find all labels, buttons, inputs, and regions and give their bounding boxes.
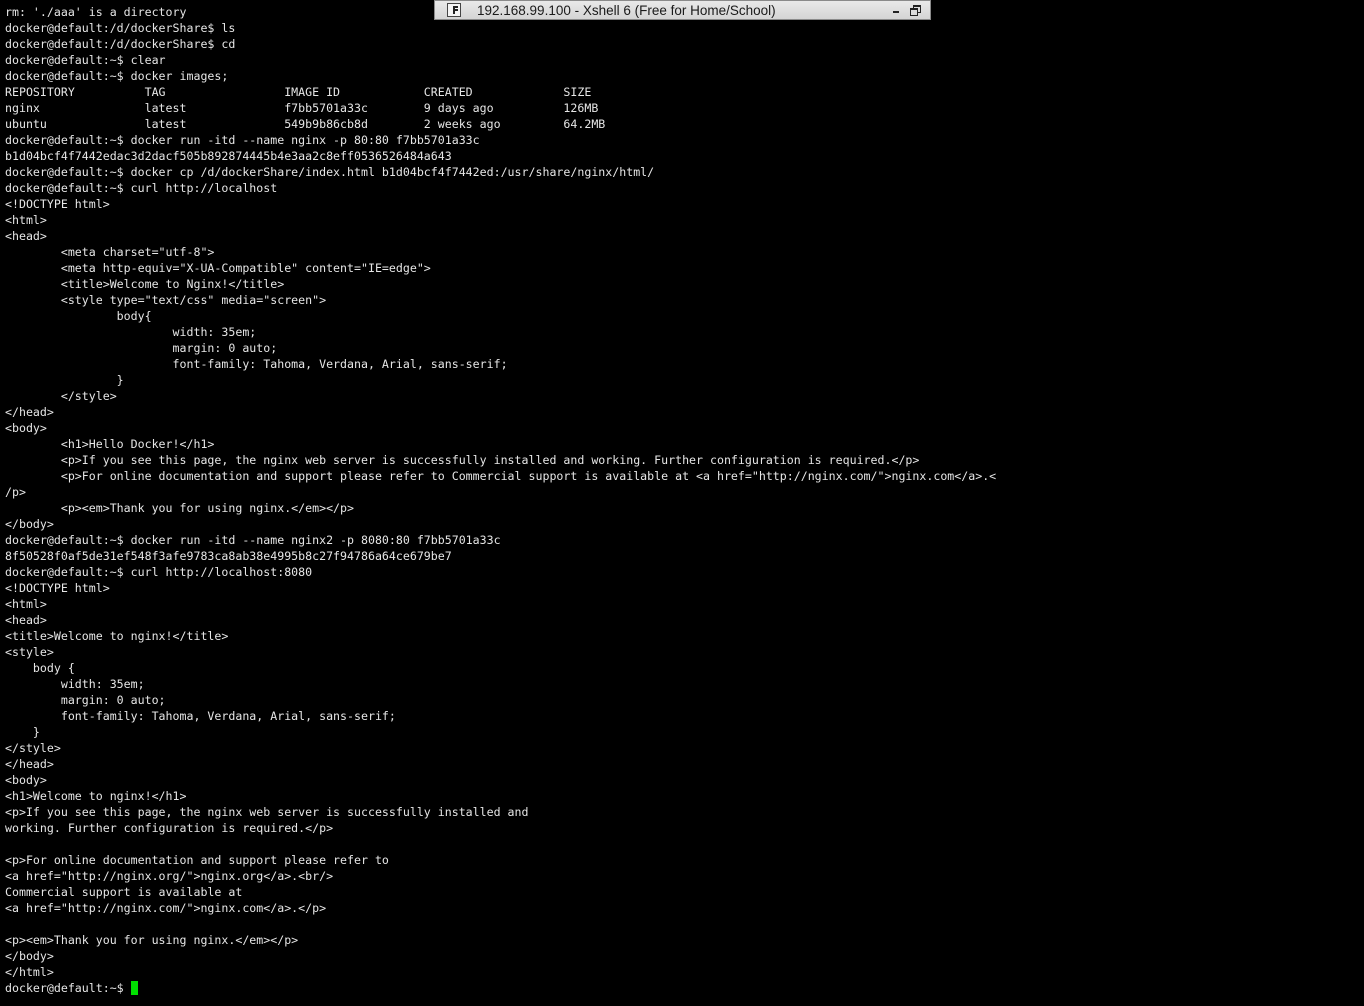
terminal-line: <body>	[5, 773, 47, 787]
xshell-app-icon[interactable]	[447, 3, 461, 17]
terminal-line: </style>	[5, 741, 61, 755]
terminal-line: <body>	[5, 421, 47, 435]
terminal-line: </head>	[5, 405, 54, 419]
terminal-screen[interactable]: rm: './aaa' is a directory docker@default…	[5, 4, 1360, 1002]
terminal-prompt: docker@default:~$	[5, 981, 131, 995]
terminal-line: </body>	[5, 517, 54, 531]
terminal-line: docker@default:/d/dockerShare$ cd	[5, 37, 236, 51]
terminal-line: body {	[5, 661, 75, 675]
terminal-line: /p>	[5, 485, 26, 499]
terminal-line: docker@default:~$ docker images;	[5, 69, 229, 83]
terminal-line: <p><em>Thank you for using nginx.</em></…	[5, 933, 299, 947]
terminal-line: margin: 0 auto;	[5, 693, 166, 707]
terminal-line: </body>	[5, 949, 54, 963]
terminal-line: docker@default:/d/dockerShare$ ls	[5, 21, 236, 35]
terminal-line: docker@default:~$ docker run -itd --name…	[5, 533, 501, 547]
terminal-line: <style type="text/css" media="screen">	[5, 293, 327, 307]
terminal-line: <title>Welcome to Nginx!</title>	[5, 277, 285, 291]
terminal-line: <h1>Welcome to nginx!</h1>	[5, 789, 187, 803]
terminal-line: <meta http-equiv="X-UA-Compatible" conte…	[5, 261, 431, 275]
terminal-line: 8f50528f0af5de31ef548f3afe9783ca8ab38e49…	[5, 549, 452, 563]
terminal-line: width: 35em;	[5, 677, 145, 691]
terminal-line: </head>	[5, 757, 54, 771]
terminal-line: ubuntu latest 549b9b86cb8d 2 weeks ago 6…	[5, 117, 606, 131]
terminal-line: <p>For online documentation and support …	[5, 853, 389, 867]
terminal-line: <!DOCTYPE html>	[5, 581, 110, 595]
terminal-line: <a href="http://nginx.org/">nginx.org</a…	[5, 869, 334, 883]
terminal-line: <html>	[5, 597, 47, 611]
terminal-line: <style>	[5, 645, 54, 659]
terminal-line: nginx latest f7bb5701a33c 9 days ago 126…	[5, 101, 599, 115]
restore-button[interactable]	[908, 3, 922, 17]
terminal-line: <head>	[5, 613, 47, 627]
terminal-line: REPOSITORY TAG IMAGE ID CREATED SIZE	[5, 85, 592, 99]
terminal-line: body{	[5, 309, 152, 323]
terminal-line: <h1>Hello Docker!</h1>	[5, 437, 215, 451]
minimize-button[interactable]	[890, 3, 904, 17]
terminal-output: rm: './aaa' is a directory docker@default…	[5, 4, 1360, 980]
terminal-line: docker@default:~$ curl http://localhost	[5, 181, 278, 195]
terminal-line: b1d04bcf4f7442edac3d2dacf505b892874445b4…	[5, 149, 452, 163]
terminal-line: font-family: Tahoma, Verdana, Arial, san…	[5, 709, 396, 723]
terminal-line: </style>	[5, 389, 117, 403]
terminal-line: <p>For online documentation and support …	[5, 469, 997, 483]
terminal-line: }	[5, 725, 40, 739]
terminal-line: docker@default:~$ docker cp /d/dockerSha…	[5, 165, 655, 179]
terminal-line: <html>	[5, 213, 47, 227]
window-titlebar[interactable]: 192.168.99.100 - Xshell 6 (Free for Home…	[434, 0, 931, 20]
terminal-line: margin: 0 auto;	[5, 341, 278, 355]
minimize-icon	[893, 11, 899, 13]
terminal-prompt-line[interactable]: docker@default:~$	[5, 980, 1360, 996]
terminal-line: width: 35em;	[5, 325, 257, 339]
window-controls	[886, 3, 922, 17]
terminal-line: <meta charset="utf-8">	[5, 245, 215, 259]
terminal-line: <p><em>Thank you for using nginx.</em></…	[5, 501, 355, 515]
restore-icon-front	[910, 8, 918, 16]
terminal-line: <title>Welcome to nginx!</title>	[5, 629, 229, 643]
terminal-line: Commercial support is available at	[5, 885, 243, 899]
window-title: 192.168.99.100 - Xshell 6 (Free for Home…	[477, 2, 776, 18]
terminal-line: <head>	[5, 229, 47, 243]
terminal-line: <!DOCTYPE html>	[5, 197, 110, 211]
terminal-line: }	[5, 373, 124, 387]
terminal-line: <a href="http://nginx.com/">nginx.com</a…	[5, 901, 327, 915]
terminal-line: working. Further configuration is requir…	[5, 821, 334, 835]
terminal-line: <p>If you see this page, the nginx web s…	[5, 805, 529, 819]
terminal-line: font-family: Tahoma, Verdana, Arial, san…	[5, 357, 508, 371]
terminal-line: docker@default:~$ clear	[5, 53, 166, 67]
terminal-line: </html>	[5, 965, 54, 979]
terminal-line: <p>If you see this page, the nginx web s…	[5, 453, 920, 467]
terminal-line: docker@default:~$ docker run -itd --name…	[5, 133, 480, 147]
terminal-line: docker@default:~$ curl http://localhost:…	[5, 565, 313, 579]
cursor-icon	[130, 981, 138, 995]
